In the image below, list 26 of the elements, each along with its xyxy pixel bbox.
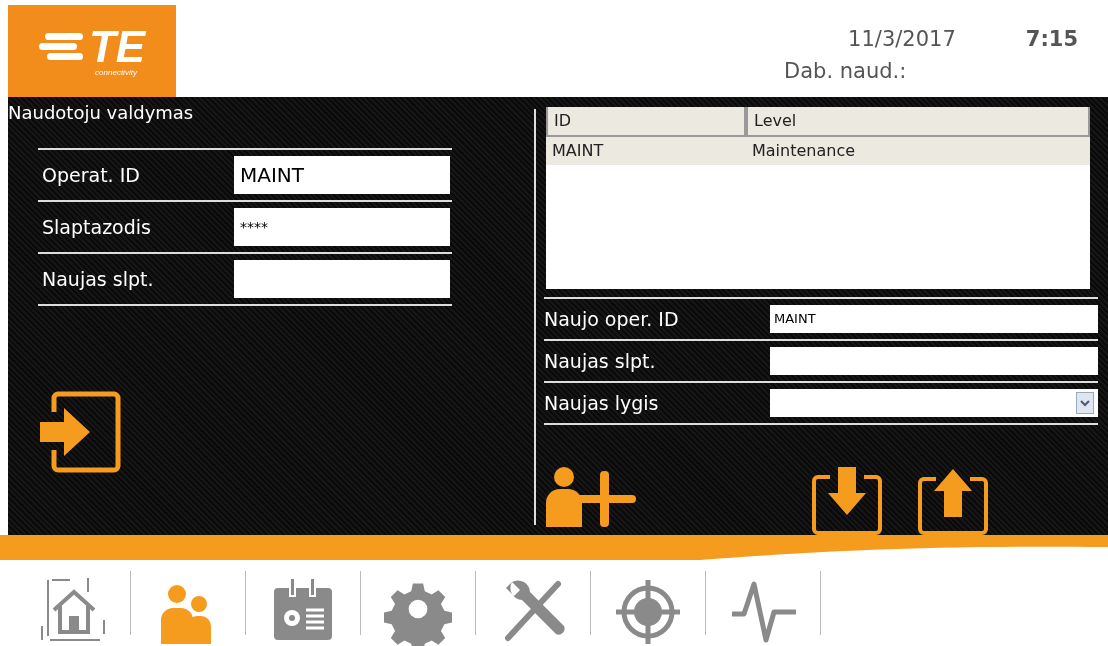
login-icon[interactable]: [38, 390, 122, 474]
add-user-icon[interactable]: [544, 465, 636, 527]
field-label: Operat. ID: [41, 162, 141, 188]
column-header: ID: [546, 107, 746, 137]
input-field[interactable]: [234, 260, 450, 298]
input-field[interactable]: MAINT: [234, 156, 450, 194]
field-label: Slaptazodis: [41, 214, 152, 240]
logo-mark: TE: [88, 25, 146, 69]
date: 11/3/2017: [848, 26, 956, 53]
table-cell[interactable]: MAINT: [546, 137, 746, 165]
table-cell[interactable]: Maintenance: [746, 137, 1090, 165]
current-user-label: Dab. naud.:: [784, 57, 908, 85]
download-icon[interactable]: [812, 465, 882, 535]
column-header: Level: [746, 107, 1090, 137]
field-label: Naujas slpt.: [544, 348, 657, 374]
input-field[interactable]: [770, 347, 1098, 375]
time: 7:15: [1025, 26, 1078, 53]
caret-icon: [1080, 399, 1090, 407]
stripes-icon: [38, 33, 85, 61]
field-label: Naujo oper. ID: [544, 306, 680, 332]
panel-title: Naudotoju valdymas: [8, 101, 195, 125]
input-field[interactable]: ****: [234, 208, 450, 246]
field-label: Naujas lygis: [544, 390, 660, 416]
field-label: Naujas slpt.: [41, 266, 155, 292]
input-field[interactable]: MAINT: [770, 305, 1098, 333]
logo-tagline: connectivity: [95, 69, 137, 77]
